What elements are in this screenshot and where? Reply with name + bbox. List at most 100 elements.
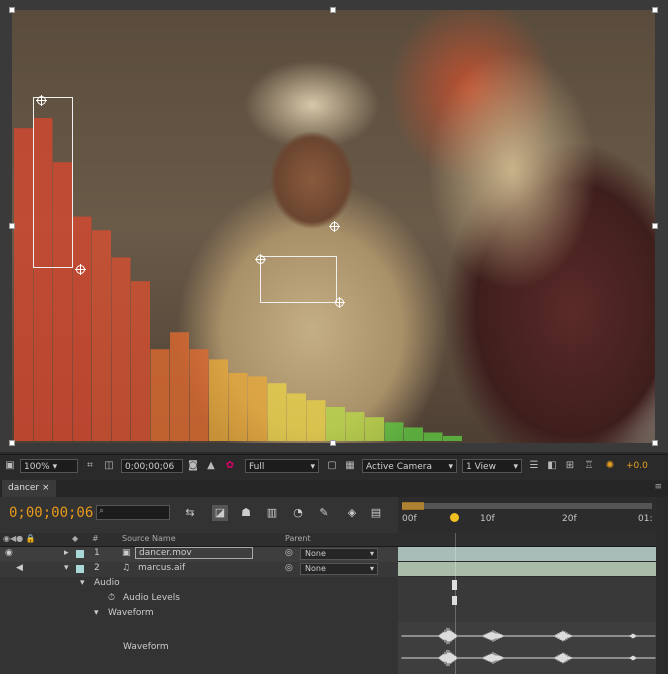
- tab-dancer[interactable]: dancer ×: [2, 480, 56, 497]
- stopwatch-icon[interactable]: ⏱: [108, 593, 115, 603]
- layer-handle-mr[interactable]: [652, 223, 658, 229]
- search-input[interactable]: ⌕: [96, 505, 170, 520]
- graph-editor-icon[interactable]: ◈: [344, 505, 360, 521]
- layer-handle-tm[interactable]: [330, 7, 336, 13]
- column-header-row: ◉◀● 🔒 ◆ # Source Name Parent: [0, 533, 668, 547]
- layer-bar-1[interactable]: [398, 547, 656, 561]
- layer-number: 1: [94, 548, 100, 558]
- show-snapshot-icon[interactable]: ▲: [204, 459, 218, 473]
- transparency-grid-icon[interactable]: ▦: [343, 459, 357, 473]
- keyframe-marker[interactable]: [452, 580, 457, 590]
- property-audio[interactable]: ▾ Audio: [0, 577, 398, 592]
- layer-handle-br[interactable]: [652, 440, 658, 446]
- timeline-header: 0;00;00;06 ⌕ ⇆ ◪ ☗ ▥ ◔ ✎ ◈ ▤ 00f 10f 20f…: [0, 497, 668, 533]
- playhead-icon[interactable]: [450, 513, 459, 522]
- visibility-eye-icon[interactable]: ◉: [5, 548, 13, 558]
- reset-exposure-icon[interactable]: ✺: [603, 459, 617, 473]
- layer-handle-tl[interactable]: [9, 7, 15, 13]
- layer-row-1[interactable]: ◉ ▸ 1 ▣ dancer.mov ◎ None ▾: [0, 547, 398, 562]
- brainstorm-icon[interactable]: ✎: [316, 505, 332, 521]
- timeline-icon[interactable]: ⊞: [563, 459, 577, 473]
- resolution-value: Full: [249, 462, 265, 472]
- layer-handle-ml[interactable]: [9, 223, 15, 229]
- histogram-overlay: [14, 118, 462, 441]
- magnification-dropdown[interactable]: 100% ▾: [20, 459, 78, 473]
- property-label: Audio Levels: [123, 593, 180, 603]
- work-area-bar[interactable]: [402, 503, 652, 509]
- time-ruler[interactable]: 00f 10f 20f 01:: [398, 497, 656, 533]
- work-area-start[interactable]: [402, 502, 424, 510]
- collapse-triangle-icon[interactable]: ▾: [80, 578, 85, 588]
- motion-blur-icon[interactable]: ◔: [290, 505, 306, 521]
- property-label: Waveform: [108, 608, 154, 618]
- layer-name[interactable]: dancer.mov: [135, 547, 253, 559]
- label-color-swatch[interactable]: [76, 550, 84, 558]
- parent-value: None: [305, 564, 326, 573]
- collapse-triangle-icon[interactable]: ▾: [64, 563, 69, 573]
- timeline-tab-bar: dancer × ≡: [0, 480, 668, 498]
- pick-whip-icon[interactable]: ◎: [285, 563, 293, 573]
- layer-handle-bm[interactable]: [330, 440, 336, 446]
- histogram-bar: [326, 407, 345, 441]
- histogram-bar: [267, 383, 287, 441]
- collapse-triangle-icon[interactable]: ▾: [94, 608, 99, 618]
- expand-triangle-icon[interactable]: ▸: [64, 548, 69, 558]
- parent-header[interactable]: Parent: [285, 534, 311, 543]
- region-handle-2a[interactable]: [255, 254, 266, 265]
- comp-mini-flowchart-icon[interactable]: ⇆: [182, 505, 198, 521]
- histogram-bar: [365, 417, 384, 441]
- av-switches-icon: ◉◀● 🔒: [3, 534, 36, 543]
- audio-waveform: [398, 622, 656, 674]
- composition-viewer[interactable]: [0, 0, 668, 452]
- histogram-bar: [131, 281, 150, 441]
- fast-preview-icon[interactable]: ◧: [545, 459, 559, 473]
- search-icon: ⌕: [99, 506, 105, 516]
- region-handle-1b[interactable]: [75, 264, 86, 275]
- close-icon[interactable]: ×: [42, 483, 50, 493]
- source-name-header[interactable]: Source Name: [122, 534, 176, 543]
- property-audio-levels[interactable]: ⏱ Audio Levels: [0, 592, 398, 607]
- timeline-scrollbar[interactable]: [656, 497, 668, 674]
- region-box-1[interactable]: [33, 97, 73, 268]
- resolution-dropdown[interactable]: Full ▾: [245, 459, 319, 473]
- mask-visibility-icon[interactable]: ◫: [102, 459, 116, 473]
- current-time-field[interactable]: 0;00;00;06: [121, 459, 183, 473]
- property-waveform-group[interactable]: ▾ Waveform: [0, 607, 398, 622]
- comp-flowchart-icon[interactable]: ♖: [582, 459, 596, 473]
- channel-icon[interactable]: ✿: [223, 459, 237, 473]
- pixel-aspect-icon[interactable]: ☰: [527, 459, 541, 473]
- always-preview-icon[interactable]: ▣: [3, 459, 17, 473]
- layer-bar-2[interactable]: [398, 562, 656, 576]
- layer-handle-bl[interactable]: [9, 440, 15, 446]
- anchor-point-icon[interactable]: [329, 221, 340, 232]
- histogram-bar: [404, 427, 423, 441]
- region-of-interest-icon[interactable]: ▢: [325, 459, 339, 473]
- keyframe-marker[interactable]: [452, 596, 457, 605]
- parent-dropdown[interactable]: None ▾: [300, 563, 378, 575]
- layer-row-2[interactable]: ◀ ▾ 2 ♫ marcus.aif ◎ None ▾: [0, 562, 398, 577]
- camera-dropdown[interactable]: Active Camera ▾: [362, 459, 457, 473]
- hide-shy-layers-icon[interactable]: ☗: [238, 505, 254, 521]
- region-box-2[interactable]: [260, 256, 337, 303]
- histogram-bar: [170, 332, 189, 441]
- label-color-swatch[interactable]: [76, 565, 84, 573]
- histogram-bar: [72, 216, 92, 441]
- snapshot-icon[interactable]: ◙: [186, 459, 200, 473]
- audio-speaker-icon[interactable]: ◀: [16, 563, 23, 573]
- exposure-value[interactable]: +0.0: [626, 459, 648, 473]
- region-handle-1a[interactable]: [36, 95, 47, 106]
- layer-number: 2: [94, 563, 100, 573]
- frame-blending-icon[interactable]: ▥: [264, 505, 280, 521]
- pick-whip-icon[interactable]: ◎: [285, 548, 293, 558]
- grid-icon[interactable]: ⌗: [83, 459, 97, 473]
- panel-menu-icon[interactable]: ≡: [654, 482, 662, 492]
- region-handle-2b[interactable]: [334, 297, 345, 308]
- layer-name[interactable]: marcus.aif: [138, 563, 185, 573]
- view-layout-dropdown[interactable]: 1 View ▾: [462, 459, 522, 473]
- draft-3d-icon[interactable]: ◪: [212, 505, 228, 521]
- auto-keyframe-icon[interactable]: ▤: [368, 505, 384, 521]
- audio-file-icon: ♫: [122, 563, 131, 573]
- parent-dropdown[interactable]: None ▾: [300, 548, 378, 560]
- layer-handle-tr[interactable]: [652, 7, 658, 13]
- current-time-display[interactable]: 0;00;00;06: [9, 505, 93, 521]
